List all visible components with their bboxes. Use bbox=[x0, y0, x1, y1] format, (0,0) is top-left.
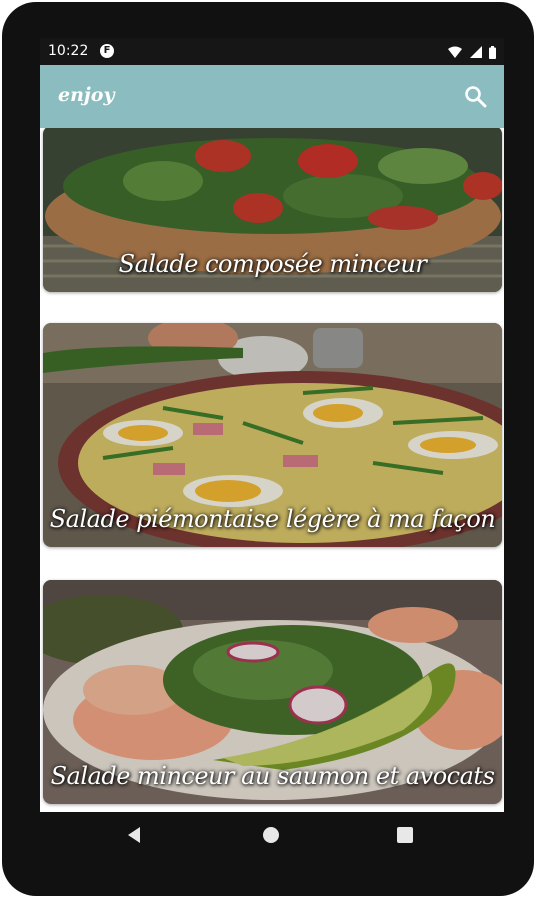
recents-icon bbox=[397, 827, 413, 843]
home-button[interactable] bbox=[262, 826, 280, 848]
status-time: 10:22 bbox=[48, 43, 89, 59]
recipe-list: Salade composée minceur Salade piémontai… bbox=[40, 128, 504, 812]
search-button[interactable] bbox=[462, 83, 490, 111]
recipe-card[interactable]: Salade piémontaise légère à ma façon bbox=[43, 323, 502, 547]
battery-icon bbox=[489, 45, 496, 59]
recipe-card[interactable]: Salade minceur au saumon et avocats bbox=[43, 580, 502, 804]
recents-button[interactable] bbox=[396, 826, 414, 848]
navigation-bar bbox=[40, 812, 504, 862]
recipe-title: Salade minceur au saumon et avocats bbox=[50, 762, 495, 790]
status-bar: 10:22 F bbox=[40, 38, 504, 65]
wifi-icon bbox=[448, 46, 463, 58]
back-button[interactable] bbox=[126, 826, 142, 848]
app-title: enjoy bbox=[58, 84, 115, 106]
search-icon bbox=[465, 86, 487, 108]
recipe-title: Salade piémontaise légère à ma façon bbox=[49, 505, 496, 533]
device-frame: 10:22 F enjoy Salade composée minceur Sa… bbox=[2, 2, 534, 896]
cell-signal-icon bbox=[469, 46, 482, 58]
status-icons bbox=[445, 44, 496, 60]
app-bar: enjoy bbox=[40, 65, 504, 128]
recipe-card[interactable]: Salade composée minceur bbox=[43, 128, 502, 292]
recipe-title: Salade composée minceur bbox=[118, 250, 427, 278]
home-icon bbox=[263, 827, 279, 843]
back-icon bbox=[128, 827, 140, 843]
notification-icon: F bbox=[100, 44, 114, 58]
screen: 10:22 F enjoy Salade composée minceur Sa… bbox=[40, 38, 504, 812]
